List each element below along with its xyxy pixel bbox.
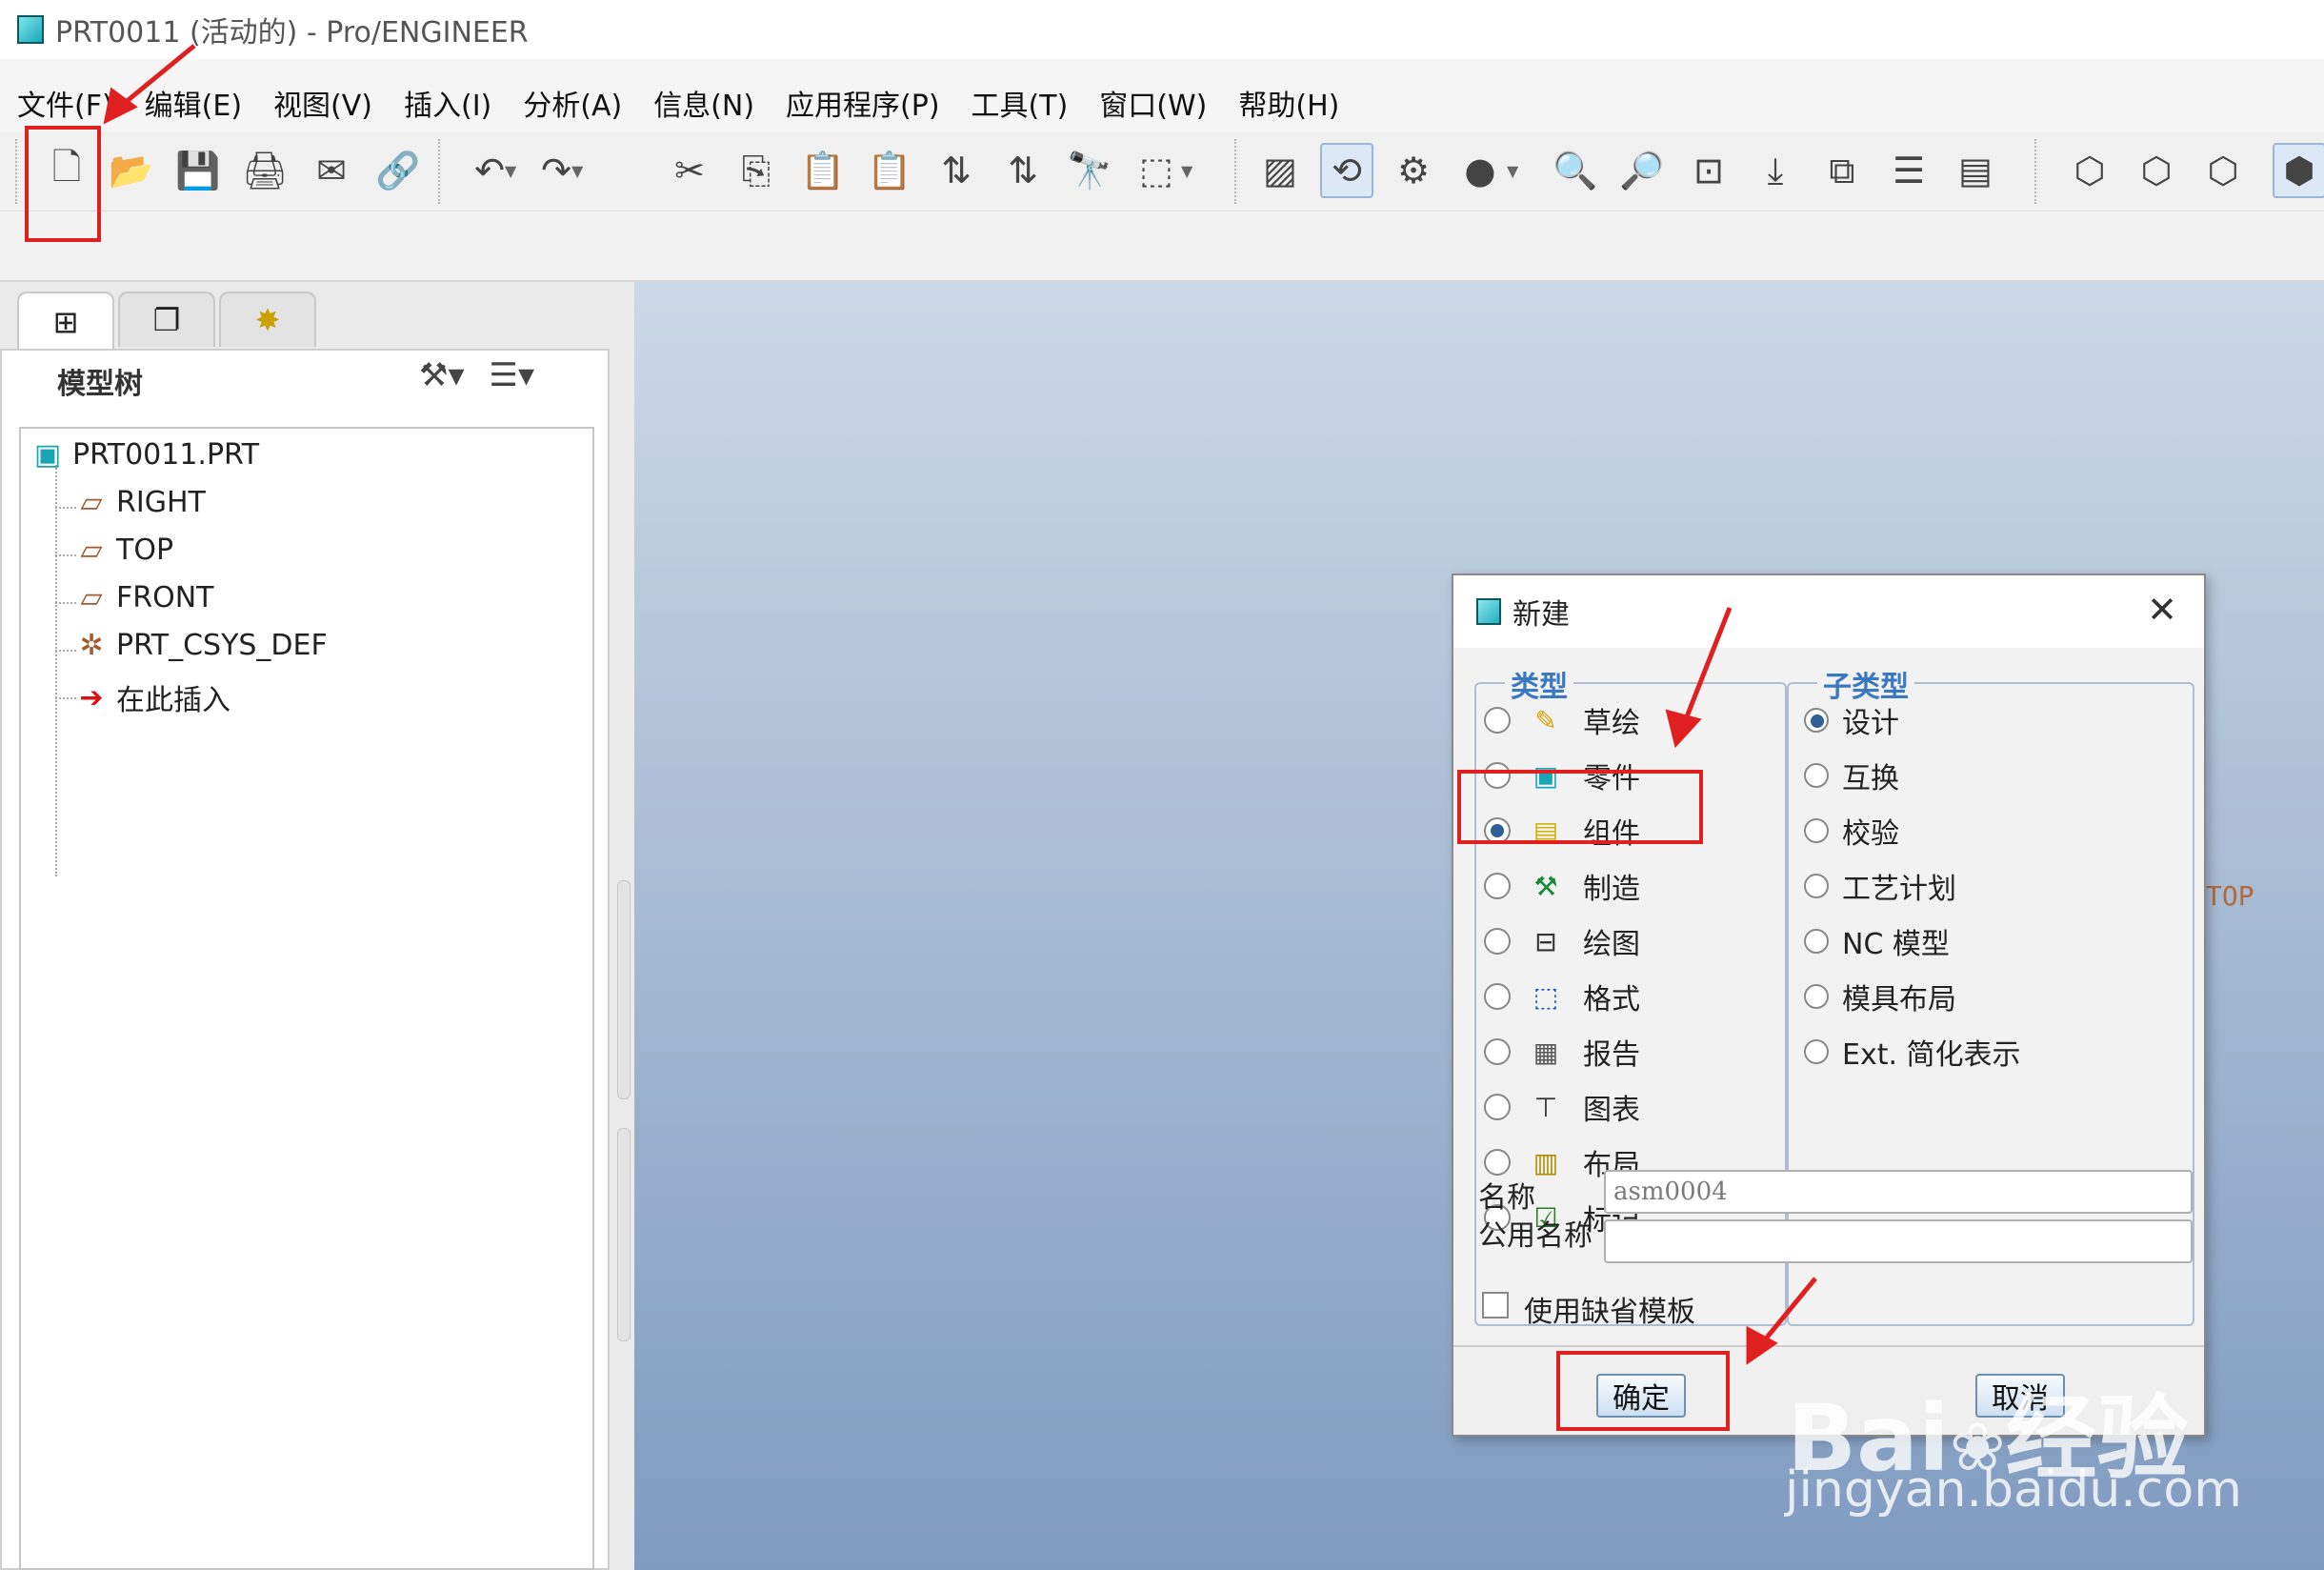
arrow-head-file [103, 87, 138, 125]
watermark-url: jingyan.baidu.com [1785, 1461, 2242, 1519]
arrow-to-ok [1760, 1277, 1817, 1345]
annotation-arrows [103, 44, 1817, 1365]
arrow-head-assembly [1665, 709, 1702, 749]
arrow-to-file-menu [118, 44, 196, 109]
arrow-to-assembly [1681, 607, 1733, 725]
